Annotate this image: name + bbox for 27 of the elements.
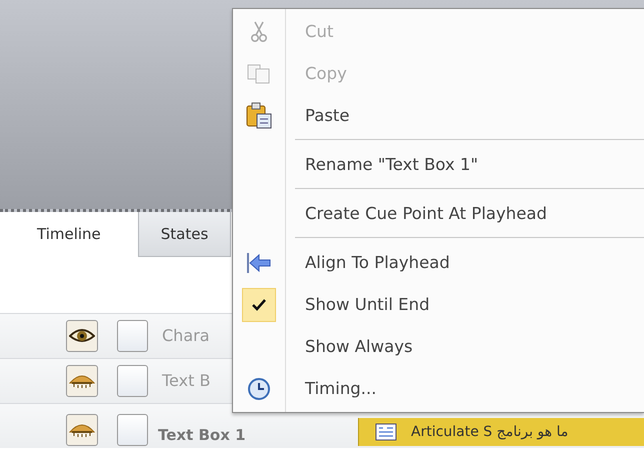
menu-item[interactable]: Show Always — [285, 334, 413, 360]
menu-item[interactable]: Rename "Text Box 1" — [285, 152, 478, 178]
closed-eye-icon[interactable] — [66, 365, 98, 397]
clock-icon — [247, 377, 271, 401]
layer-name: Chara — [162, 325, 210, 347]
scissors-icon — [250, 21, 268, 43]
bar-text: ما هو برنامج Articulate S — [411, 422, 568, 442]
menu-item[interactable]: Paste — [285, 104, 350, 128]
lock-checkbox[interactable] — [117, 414, 148, 446]
text-box-icon — [375, 423, 397, 441]
menu-item: Cut — [304, 20, 334, 43]
closed-eye-icon[interactable] — [66, 414, 98, 446]
lock-checkbox[interactable] — [117, 320, 148, 352]
menu-item[interactable]: Timing... — [285, 376, 376, 402]
timeline-bar[interactable]: ما هو برنامج Articulate S — [358, 418, 644, 446]
menu-item[interactable]: Show Until End — [285, 292, 430, 318]
menu-item[interactable]: Align To Playhead — [285, 250, 450, 276]
arrow-left-icon — [246, 251, 272, 275]
menu-item[interactable]: Create Cue Point At Playhead — [285, 202, 547, 226]
copy-icon — [247, 64, 271, 84]
layer-name: Text Box 1 — [158, 424, 246, 446]
menu-item: Copy — [304, 62, 347, 85]
paste-icon — [245, 102, 273, 130]
layer-name: Text B — [162, 370, 210, 392]
lock-checkbox[interactable] — [117, 365, 148, 397]
eye-icon[interactable] — [66, 320, 98, 352]
tab[interactable]: States — [138, 212, 232, 257]
